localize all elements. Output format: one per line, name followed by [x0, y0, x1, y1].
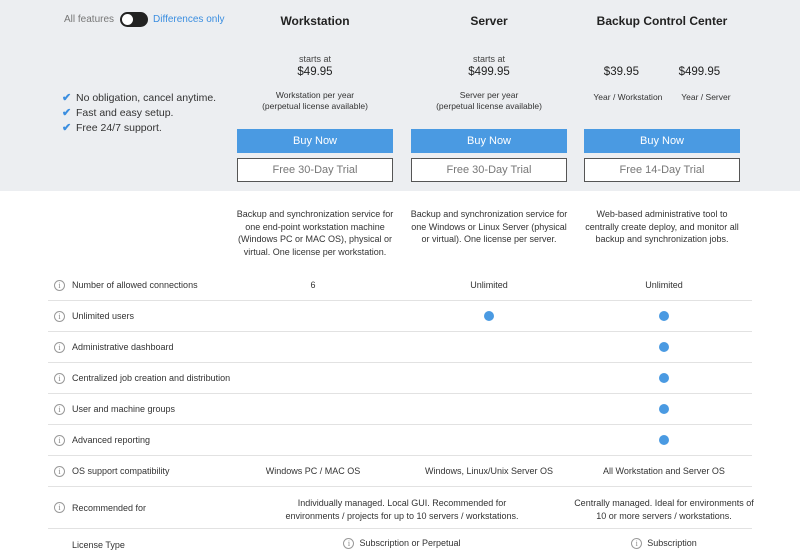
table-row: License Type i Subscription or Perpetual …	[48, 529, 752, 554]
checkmark-icon: ✔	[62, 92, 72, 104]
recommendation-line: Centrally managed. Ideal for environment…	[574, 498, 754, 508]
server-price: $499.95	[678, 66, 721, 78]
price-period-line: Server per year	[459, 90, 519, 100]
feature-label: Unlimited users	[72, 311, 135, 321]
included-dot-icon	[659, 311, 669, 321]
differences-only-label[interactable]: Differences only	[153, 14, 225, 25]
plan-description: Backup and synchronization service for o…	[236, 209, 394, 257]
plan-prices: $39.95 $499.95	[584, 66, 740, 78]
bcc-recommendation: Centrally managed. Ideal for environment…	[566, 497, 762, 523]
workstation-value: Windows PC / MAC OS	[265, 466, 361, 476]
included-dot-icon	[659, 373, 669, 383]
ws-server-recommendation: Individually managed. Local GUI. Recomme…	[234, 497, 570, 523]
feature-label: Recommended for	[72, 503, 147, 513]
all-features-label[interactable]: All features	[64, 14, 114, 25]
plan-description: Backup and synchronization service for o…	[410, 209, 568, 244]
recommendation-line: environments / projects for up to 10 ser…	[285, 511, 519, 521]
free-trial-button[interactable]: Free 30-Day Trial	[237, 158, 393, 182]
starts-at-label: starts at	[472, 54, 505, 64]
table-row: i OS support compatibility Windows PC / …	[48, 456, 752, 487]
included-dot-icon	[659, 404, 669, 414]
included-dot-icon	[659, 435, 669, 445]
buy-now-button[interactable]: Buy Now	[584, 129, 740, 153]
feature-label: Centralized job creation and distributio…	[72, 373, 231, 383]
info-icon[interactable]: i	[54, 435, 65, 446]
info-icon[interactable]: i	[343, 538, 355, 550]
feature-label: Advanced reporting	[72, 435, 151, 445]
info-icon[interactable]: i	[54, 373, 65, 384]
benefit-item: ✔ Fast and easy setup.	[62, 105, 216, 120]
bcc-license: i Subscription	[579, 538, 749, 550]
bcc-included-dot	[579, 311, 749, 323]
buy-now-button[interactable]: Buy Now	[237, 129, 393, 153]
benefits-list: ✔ No obligation, cancel anytime. ✔ Fast an…	[62, 90, 216, 135]
feature-label: User and machine groups	[72, 404, 176, 414]
table-row: i Centralized job creation and distribut…	[48, 363, 752, 394]
bcc-included-dot	[579, 404, 749, 416]
features-toggle-switch[interactable]	[120, 12, 149, 27]
ws-server-license: i Subscription or Perpetual	[234, 538, 570, 550]
workstation-period: Year / Workstation	[593, 92, 663, 102]
info-icon[interactable]: i	[54, 311, 65, 322]
table-row: i Number of allowed connections 6 Unlimi…	[48, 270, 752, 301]
feature-label: License Type	[72, 540, 125, 550]
feature-toggle: All features Differences only	[64, 12, 225, 27]
price-period-note: (perpetual license available)	[262, 101, 368, 111]
server-period: Year / Server	[681, 92, 731, 102]
free-trial-button[interactable]: Free 30-Day Trial	[411, 158, 567, 182]
table-row: i User and machine groups	[48, 394, 752, 425]
feature-label: OS support compatibility	[72, 466, 170, 476]
bcc-included-dot	[579, 435, 749, 447]
buy-now-button[interactable]: Buy Now	[411, 129, 567, 153]
price-period-note: (perpetual license available)	[436, 101, 542, 111]
table-row: i Administrative dashboard	[48, 332, 752, 363]
license-value: Subscription or Perpetual	[359, 538, 461, 548]
price-period: Server per year (perpetual license avail…	[411, 90, 567, 112]
benefit-text: Fast and easy setup.	[76, 106, 174, 119]
plan-description: Web-based administrative tool to central…	[585, 209, 739, 244]
feature-label: Number of allowed connections	[72, 280, 198, 290]
workstation-price: $39.95	[603, 66, 639, 78]
included-dot-icon	[659, 342, 669, 352]
bcc-value: Unlimited	[645, 280, 683, 290]
info-icon[interactable]: i	[631, 538, 643, 550]
info-icon[interactable]: i	[54, 466, 65, 477]
included-dot-icon	[484, 311, 494, 321]
benefit-text: No obligation, cancel anytime.	[76, 91, 217, 104]
price-period-line: Workstation per year	[275, 90, 355, 100]
benefit-item: ✔ No obligation, cancel anytime.	[62, 90, 216, 105]
recommendation-line: Individually managed. Local GUI. Recomme…	[297, 498, 507, 508]
plan-title: Workstation	[280, 14, 350, 28]
plan-title: Backup Control Center	[596, 14, 728, 28]
free-trial-button[interactable]: Free 14-Day Trial	[584, 158, 740, 182]
server-value: Windows, Linux/Unix Server OS	[424, 466, 554, 476]
info-icon[interactable]: i	[54, 502, 65, 513]
table-row: i Recommended for Individually managed. …	[48, 487, 754, 529]
price-periods: Year / Workstation Year / Server	[584, 92, 740, 102]
server-value: Unlimited	[470, 280, 508, 290]
table-row: i Unlimited users	[48, 301, 752, 332]
bcc-included-dot	[579, 373, 749, 385]
plan-price: $49.95	[297, 66, 333, 78]
recommendation-line: 10 or more servers / workstations.	[596, 511, 732, 521]
plan-price: $499.95	[468, 66, 510, 78]
benefit-item: ✔ Free 24/7 support.	[62, 120, 216, 135]
bcc-included-dot	[579, 342, 749, 354]
info-icon[interactable]: i	[54, 280, 65, 291]
feature-label: Administrative dashboard	[72, 342, 174, 352]
feature-comparison-table: i Number of allowed connections 6 Unlimi…	[48, 270, 754, 554]
license-value: Subscription	[647, 538, 697, 548]
server-included-dot	[404, 311, 574, 323]
workstation-value: 6	[310, 280, 316, 290]
plan-title: Server	[470, 14, 508, 28]
info-icon[interactable]: i	[54, 404, 65, 415]
bcc-value: All Workstation and Server OS	[603, 466, 725, 476]
price-period: Workstation per year (perpetual license …	[237, 90, 393, 112]
table-row: i Advanced reporting	[48, 425, 752, 456]
starts-at-label: starts at	[298, 54, 331, 64]
checkmark-icon: ✔	[62, 122, 72, 134]
checkmark-icon: ✔	[62, 107, 72, 119]
benefit-text: Free 24/7 support.	[76, 121, 162, 134]
info-icon[interactable]: i	[54, 342, 65, 353]
